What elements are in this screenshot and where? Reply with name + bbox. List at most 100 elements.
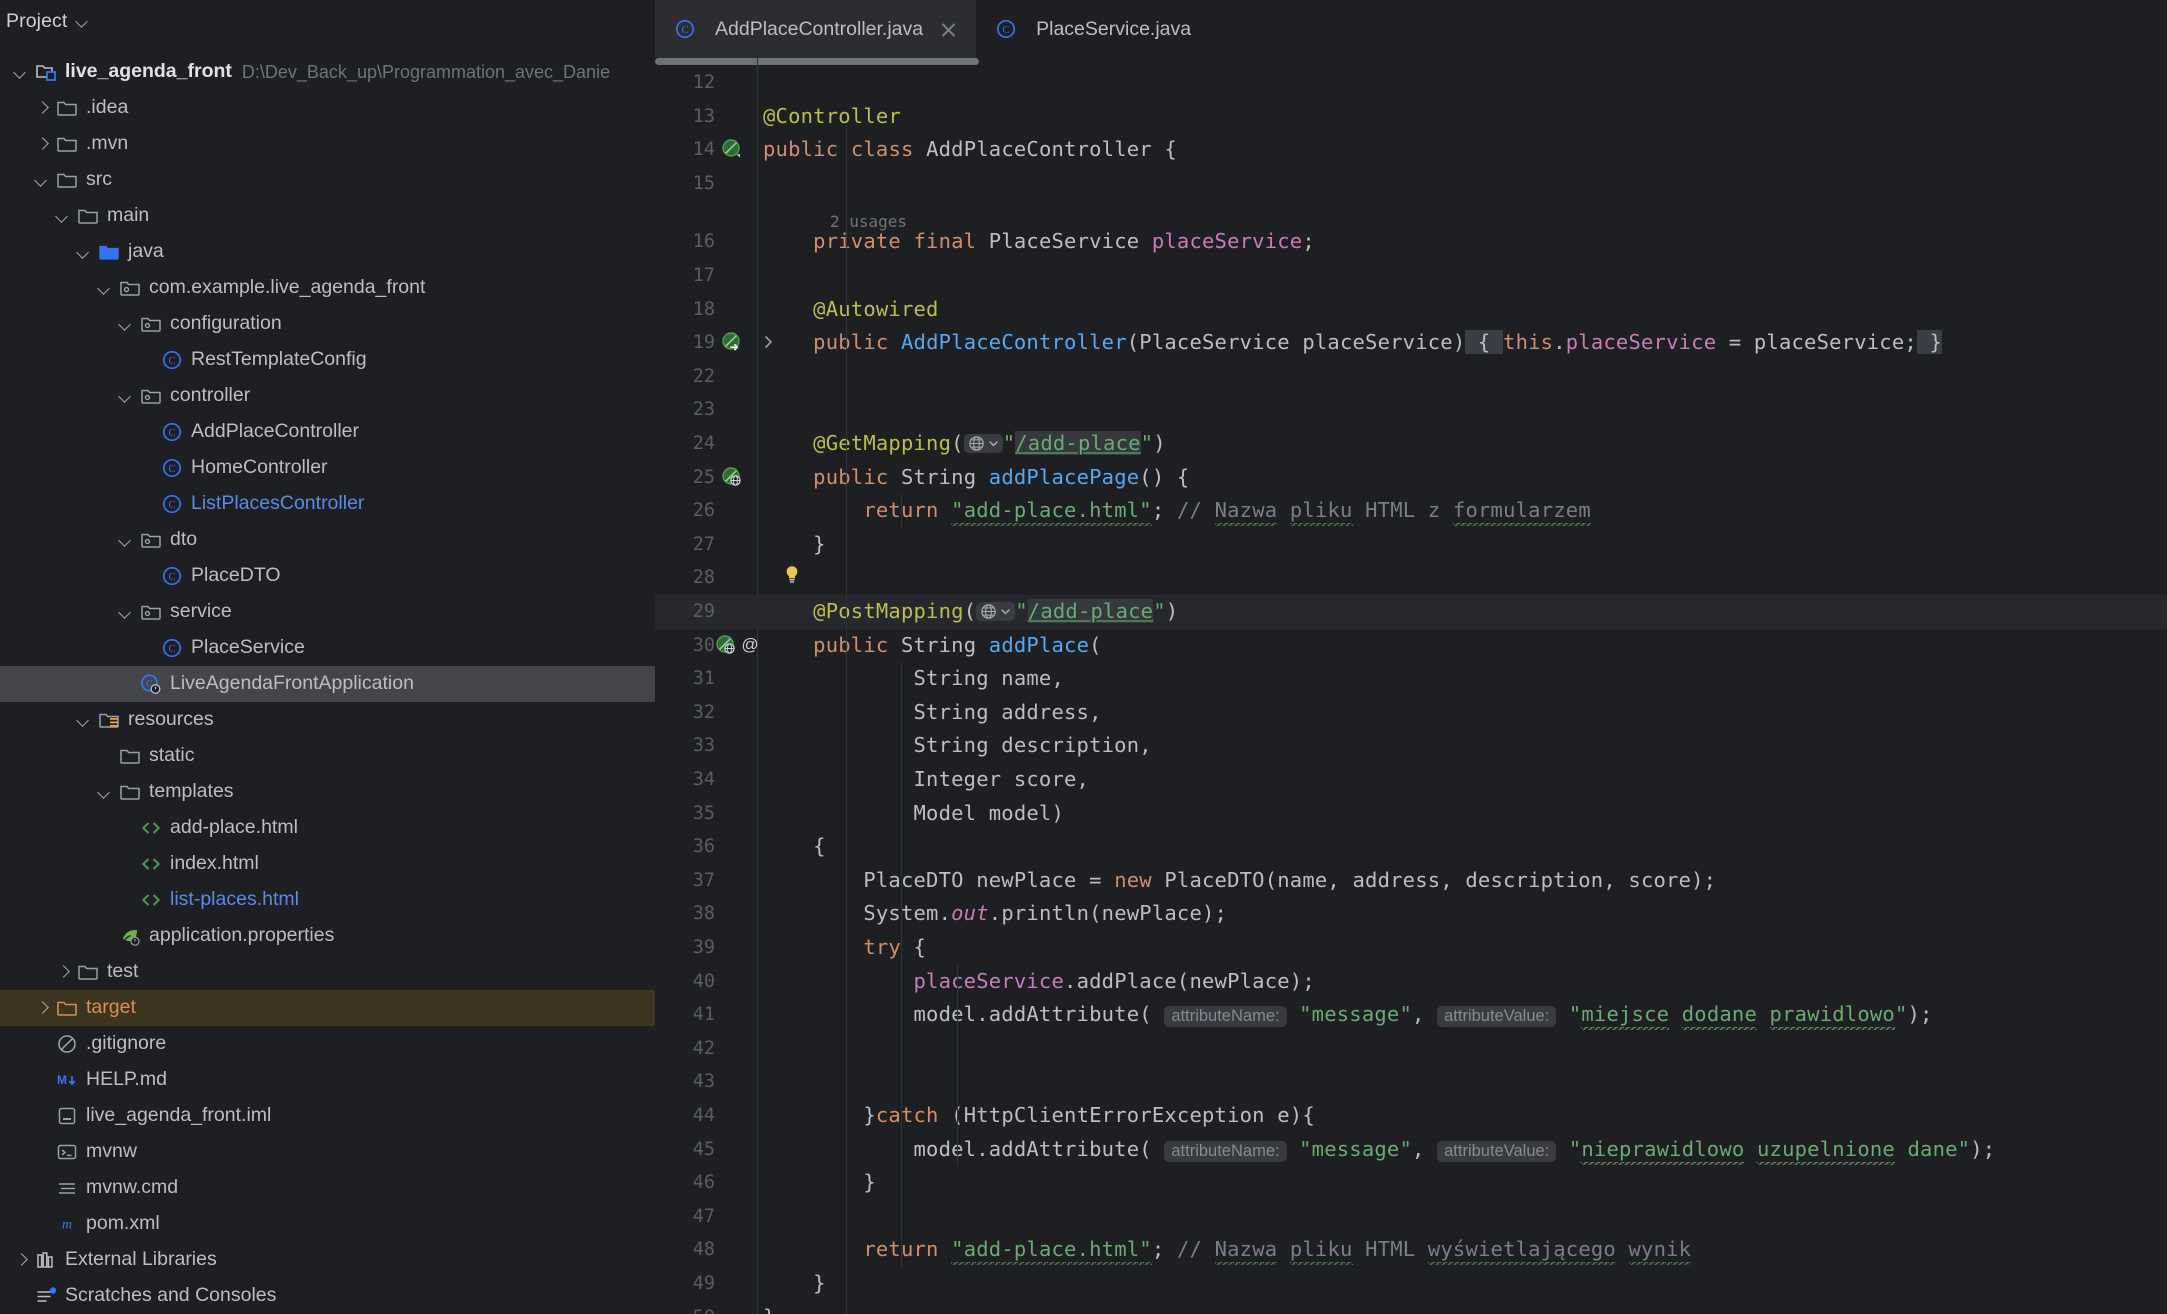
globe-chip[interactable] xyxy=(976,602,1016,621)
chevron-right-icon[interactable] xyxy=(31,997,53,1019)
code-line-50[interactable]: 50} xyxy=(655,1301,2167,1314)
tree-item-target[interactable]: target xyxy=(0,990,655,1026)
code-line-19[interactable]: 19 public AddPlaceController(PlaceServic… xyxy=(655,326,2167,360)
intention-bulb-icon[interactable] xyxy=(781,563,803,590)
code-line-34[interactable]: 34 Integer score, xyxy=(655,763,2167,797)
tree-item-java[interactable]: java xyxy=(0,234,655,270)
tree-item-main[interactable]: main xyxy=(0,198,655,234)
tree-item-gitignore[interactable]: .gitignore xyxy=(0,1026,655,1062)
tree-item-com-example-live-agenda-front[interactable]: com.example.live_agenda_front xyxy=(0,270,655,306)
chevron-right-icon[interactable] xyxy=(31,133,53,155)
spring-bean-icon[interactable] xyxy=(721,138,743,165)
code-editor[interactable]: 12 13 @Controller 14 public class AddPlaceCo… xyxy=(655,58,2167,1314)
code-line-47[interactable]: 47 xyxy=(655,1200,2167,1234)
code-line-30[interactable]: 30 @ public String addPlace( xyxy=(655,629,2167,663)
tree-item-mvn[interactable]: .mvn xyxy=(0,126,655,162)
tree-item-help-md[interactable]: M HELP.md xyxy=(0,1062,655,1098)
code-line-25[interactable]: 25 public String addPlacePage() { xyxy=(655,461,2167,495)
tree-item-placedto[interactable]: C PlaceDTO xyxy=(0,558,655,594)
chevron-down-icon[interactable] xyxy=(115,313,137,335)
chevron-down-icon[interactable] xyxy=(115,385,137,407)
tree-item-resources[interactable]: resources xyxy=(0,702,655,738)
tree-item-idea[interactable]: .idea xyxy=(0,90,655,126)
code-line-27[interactable]: 27 } xyxy=(655,528,2167,562)
code-line-43[interactable]: 43 xyxy=(655,1065,2167,1099)
chevron-right-icon[interactable] xyxy=(52,961,74,983)
tree-item-live-agenda-front-iml[interactable]: live_agenda_front.iml xyxy=(0,1098,655,1134)
tree-item-add-place-html[interactable]: add-place.html xyxy=(0,810,655,846)
code-line-36[interactable]: 36 { xyxy=(655,830,2167,864)
tree-item-static[interactable]: static xyxy=(0,738,655,774)
tree-item-external-libraries[interactable]: External Libraries xyxy=(0,1242,655,1278)
code-line-28[interactable]: 28 xyxy=(655,561,2167,595)
annotation-icon[interactable]: @ xyxy=(739,634,761,661)
chevron-down-icon[interactable] xyxy=(10,61,32,83)
chevron-down-icon[interactable] xyxy=(115,529,137,551)
code-line-14[interactable]: 14 public class AddPlaceController { xyxy=(655,133,2167,167)
chevron-down-icon[interactable] xyxy=(31,169,53,191)
tree-item-list-places-html[interactable]: list-places.html xyxy=(0,882,655,918)
spring-request-mapping-icon[interactable] xyxy=(715,634,737,661)
code-line-49[interactable]: 49 } xyxy=(655,1267,2167,1301)
code-line-23[interactable]: 23 xyxy=(655,393,2167,427)
tree-item-addplacecontroller[interactable]: C AddPlaceController xyxy=(0,414,655,450)
code-line-46[interactable]: 46 } xyxy=(655,1166,2167,1200)
tree-item-templates[interactable]: templates xyxy=(0,774,655,810)
code-line-38[interactable]: 38 System.out.println(newPlace); xyxy=(655,897,2167,931)
close-icon[interactable] xyxy=(940,21,957,38)
code-line-32[interactable]: 32 String address, xyxy=(655,696,2167,730)
code-line-29[interactable]: 29 @PostMapping("/add-place") xyxy=(655,595,2167,629)
code-line-17[interactable]: 17 xyxy=(655,259,2167,293)
code-line-12[interactable]: 12 xyxy=(655,66,2167,100)
tree-item-application-properties[interactable]: application.properties xyxy=(0,918,655,954)
code-line-16[interactable]: 16 private final PlaceService placeServi… xyxy=(655,225,2167,259)
chevron-right-icon[interactable] xyxy=(10,1249,32,1271)
code-line-40[interactable]: 40 placeService.addPlace(newPlace); xyxy=(655,965,2167,999)
code-line-37[interactable]: 37 PlaceDTO newPlace = new PlaceDTO(name… xyxy=(655,864,2167,898)
code-line-33[interactable]: 33 String description, xyxy=(655,729,2167,763)
tree-item-test[interactable]: test xyxy=(0,954,655,990)
code-line-26[interactable]: 26 return "add-place.html"; // Nazwa pli… xyxy=(655,494,2167,528)
code-line-18[interactable]: 18 @Autowired xyxy=(655,293,2167,327)
code-line-48[interactable]: 48 return "add-place.html"; // Nazwa pli… xyxy=(655,1233,2167,1267)
editor-tab-placeservice-java[interactable]: C PlaceService.java xyxy=(976,0,1210,58)
chevron-down-icon[interactable] xyxy=(73,241,95,263)
code-line-15[interactable]: 15 xyxy=(655,167,2167,201)
code-line-42[interactable]: 42 xyxy=(655,1032,2167,1066)
code-line-13[interactable]: 13 @Controller xyxy=(655,100,2167,134)
tree-item-service[interactable]: service xyxy=(0,594,655,630)
tree-item-live-agenda-front[interactable]: live_agenda_front D:\Dev_Back_up\Programm… xyxy=(0,54,655,90)
code-line-22[interactable]: 22 xyxy=(655,360,2167,394)
chevron-down-icon[interactable] xyxy=(115,601,137,623)
chevron-down-icon[interactable] xyxy=(52,205,74,227)
tree-item-controller[interactable]: controller xyxy=(0,378,655,414)
tree-item-scratches-and-consoles[interactable]: Scratches and Consoles xyxy=(0,1278,655,1314)
spring-request-mapping-icon[interactable] xyxy=(721,466,743,493)
code-line-41[interactable]: 41 model.addAttribute( attributeName: "m… xyxy=(655,998,2167,1032)
code-line-45[interactable]: 45 model.addAttribute( attributeName: "m… xyxy=(655,1133,2167,1167)
code-line-39[interactable]: 39 try { xyxy=(655,931,2167,965)
chevron-down-icon[interactable] xyxy=(94,781,116,803)
tree-item-liveagendafrontapplication[interactable]: C LiveAgendaFrontApplication xyxy=(0,666,655,702)
editor-tab-addplacecontroller-java[interactable]: C AddPlaceController.java xyxy=(655,0,977,64)
globe-chip[interactable] xyxy=(963,434,1003,453)
code-line-44[interactable]: 44 }catch (HttpClientErrorException e){ xyxy=(655,1099,2167,1133)
project-panel-header[interactable]: Project xyxy=(0,0,655,42)
chevron-down-icon[interactable] xyxy=(94,277,116,299)
tree-item-resttemplateconfig[interactable]: C RestTemplateConfig xyxy=(0,342,655,378)
code-line-31[interactable]: 31 String name, xyxy=(655,662,2167,696)
tree-item-index-html[interactable]: index.html xyxy=(0,846,655,882)
chevron-down-icon[interactable] xyxy=(76,15,89,28)
tree-item-src[interactable]: src xyxy=(0,162,655,198)
tree-item-pom-xml[interactable]: m pom.xml xyxy=(0,1206,655,1242)
tree-item-placeservice[interactable]: C PlaceService xyxy=(0,630,655,666)
chevron-right-icon[interactable] xyxy=(31,97,53,119)
spring-bean-autowired-icon[interactable] xyxy=(721,331,743,358)
code-line-24[interactable]: 24 @GetMapping("/add-place") xyxy=(655,427,2167,461)
tree-item-dto[interactable]: dto xyxy=(0,522,655,558)
code-line-35[interactable]: 35 Model model) xyxy=(655,797,2167,831)
tree-item-listplacescontroller[interactable]: C ListPlacesController xyxy=(0,486,655,522)
tree-item-configuration[interactable]: configuration xyxy=(0,306,655,342)
chevron-down-icon[interactable] xyxy=(73,709,95,731)
tree-item-mvnw[interactable]: mvnw xyxy=(0,1134,655,1170)
